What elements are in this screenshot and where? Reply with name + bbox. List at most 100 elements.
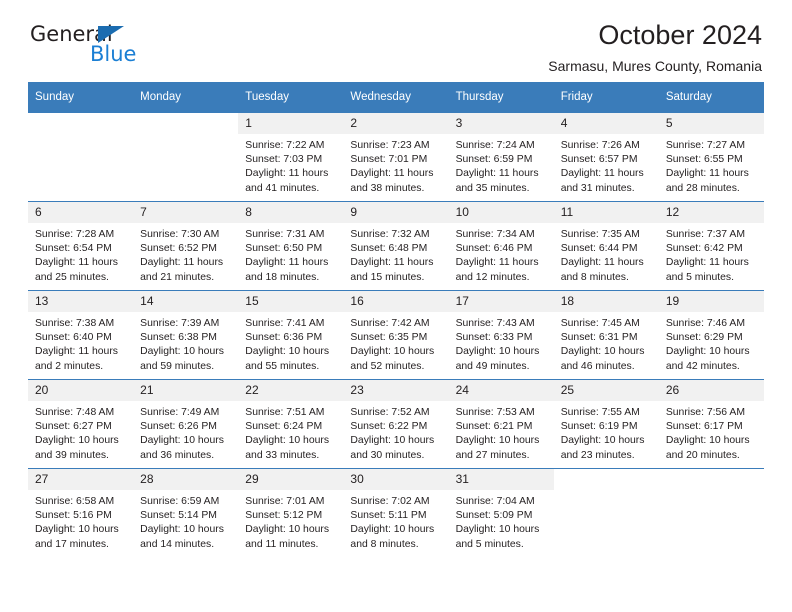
daylight-text-line2: and 35 minutes. xyxy=(455,182,530,194)
daylight-text-line2: and 52 minutes. xyxy=(350,360,425,372)
daylight-text-line1: Daylight: 10 hours xyxy=(560,435,645,447)
sunrise-text: Sunrise: 7:23 AM xyxy=(350,140,430,151)
calendar-cell-empty xyxy=(658,468,764,557)
day-number: 2 xyxy=(343,113,449,134)
sunset-text: Sunset: 6:33 PM xyxy=(455,332,533,344)
calendar-day-cell[interactable]: 10 Sunrise: 7:34 AM Sunset: 6:46 PM Dayligh… xyxy=(448,201,554,291)
sun-times-block: Sunrise: 7:04 AM Sunset: 5:09 PM Daylight:… xyxy=(449,490,554,552)
sunset-text: Sunset: 6:35 PM xyxy=(350,332,428,344)
calendar-day-cell[interactable]: 18 Sunrise: 7:45 AM Sunset: 6:31 PM Dayligh… xyxy=(553,290,659,380)
day-number: 11 xyxy=(553,202,659,223)
sunset-text: Sunset: 6:19 PM xyxy=(560,421,638,433)
calendar-day-cell[interactable]: 6 Sunrise: 7:28 AM Sunset: 6:54 PM Daylight… xyxy=(28,201,134,291)
calendar-day-cell[interactable]: 25 Sunrise: 7:55 AM Sunset: 6:19 PM Dayligh… xyxy=(553,379,659,469)
sun-times-block: Sunrise: 7:43 AM Sunset: 6:33 PM Daylight:… xyxy=(449,312,554,374)
calendar-day-cell[interactable]: 2 Sunrise: 7:23 AM Sunset: 7:01 PM Daylight… xyxy=(343,112,449,202)
calendar-day-cell[interactable]: 24 Sunrise: 7:53 AM Sunset: 6:21 PM Dayligh… xyxy=(448,379,554,469)
calendar-day-cell[interactable]: 17 Sunrise: 7:43 AM Sunset: 6:33 PM Dayligh… xyxy=(448,290,554,380)
day-number: 1 xyxy=(238,113,344,134)
daylight-text-line1: Daylight: 10 hours xyxy=(245,524,330,536)
calendar-day-cell[interactable]: 12 Sunrise: 7:37 AM Sunset: 6:42 PM Dayligh… xyxy=(658,201,764,291)
sunset-text: Sunset: 6:36 PM xyxy=(245,332,323,344)
calendar-day-cell[interactable]: 11 Sunrise: 7:35 AM Sunset: 6:44 PM Dayligh… xyxy=(553,201,659,291)
page-header: General Blue October 2024 Sarmasu, Mures… xyxy=(28,0,764,82)
calendar-cell-empty xyxy=(553,468,659,557)
sunset-text: Sunset: 5:09 PM xyxy=(455,510,533,522)
sunrise-text: Sunrise: 7:30 AM xyxy=(140,229,220,240)
sunrise-text: Sunrise: 7:52 AM xyxy=(350,407,430,418)
calendar-day-cell[interactable]: 26 Sunrise: 7:56 AM Sunset: 6:17 PM Dayligh… xyxy=(658,379,764,469)
sun-times-block: Sunrise: 7:42 AM Sunset: 6:35 PM Daylight:… xyxy=(343,312,448,374)
sun-times-block: Sunrise: 7:56 AM Sunset: 6:17 PM Daylight:… xyxy=(659,401,764,463)
day-number: 3 xyxy=(448,113,554,134)
day-number: 23 xyxy=(343,380,449,401)
daylight-text-line2: and 20 minutes. xyxy=(665,449,740,461)
sun-times-block: Sunrise: 6:59 AM Sunset: 5:14 PM Daylight:… xyxy=(133,490,238,552)
calendar-day-cell[interactable]: 15 Sunrise: 7:41 AM Sunset: 6:36 PM Dayligh… xyxy=(238,290,344,380)
daylight-text-line2: and 39 minutes. xyxy=(35,449,109,461)
sunrise-text: Sunrise: 7:48 AM xyxy=(35,407,115,418)
calendar-day-cell[interactable]: 4 Sunrise: 7:26 AM Sunset: 6:57 PM Daylight… xyxy=(553,112,659,202)
daylight-text-line1: Daylight: 10 hours xyxy=(350,524,435,536)
calendar-day-cell[interactable]: 31 Sunrise: 7:04 AM Sunset: 5:09 PM Dayligh… xyxy=(448,468,554,557)
daylight-text-line2: and 36 minutes. xyxy=(140,449,215,461)
day-number xyxy=(553,469,659,490)
sunset-text: Sunset: 5:11 PM xyxy=(350,510,427,522)
sun-times-block: Sunrise: 7:22 AM Sunset: 7:03 PM Daylight:… xyxy=(238,134,343,196)
sun-times-block: Sunrise: 7:23 AM Sunset: 7:01 PM Daylight:… xyxy=(343,134,448,196)
daylight-text-line2: and 2 minutes. xyxy=(35,360,104,372)
weekday-header-saturday: Saturday xyxy=(658,82,764,113)
calendar-day-cell[interactable]: 5 Sunrise: 7:27 AM Sunset: 6:55 PM Daylight… xyxy=(658,112,764,202)
calendar-day-cell[interactable]: 14 Sunrise: 7:39 AM Sunset: 6:38 PM Dayligh… xyxy=(133,290,239,380)
calendar-day-cell[interactable]: 29 Sunrise: 7:01 AM Sunset: 5:12 PM Dayligh… xyxy=(238,468,344,557)
sun-times-block: Sunrise: 7:45 AM Sunset: 6:31 PM Daylight:… xyxy=(554,312,659,374)
sunrise-text: Sunrise: 7:38 AM xyxy=(35,318,115,329)
calendar-day-cell[interactable]: 23 Sunrise: 7:52 AM Sunset: 6:22 PM Dayligh… xyxy=(343,379,449,469)
calendar-day-cell[interactable]: 9 Sunrise: 7:32 AM Sunset: 6:48 PM Daylight… xyxy=(343,201,449,291)
daylight-text-line1: Daylight: 10 hours xyxy=(455,346,540,358)
daylight-text-line1: Daylight: 10 hours xyxy=(350,346,435,358)
calendar-day-cell[interactable]: 20 Sunrise: 7:48 AM Sunset: 6:27 PM Dayligh… xyxy=(28,379,134,469)
day-number: 27 xyxy=(28,469,134,490)
calendar-day-cell[interactable]: 1 Sunrise: 7:22 AM Sunset: 7:03 PM Daylight… xyxy=(238,112,344,202)
sun-times-block: Sunrise: 7:34 AM Sunset: 6:46 PM Daylight:… xyxy=(449,223,554,285)
sunrise-text: Sunrise: 7:26 AM xyxy=(560,140,640,151)
sunset-text: Sunset: 6:38 PM xyxy=(140,332,217,344)
sunset-text: Sunset: 5:16 PM xyxy=(35,510,112,522)
calendar-day-cell[interactable]: 19 Sunrise: 7:46 AM Sunset: 6:29 PM Dayligh… xyxy=(658,290,764,380)
sunrise-text: Sunrise: 7:56 AM xyxy=(665,407,745,418)
calendar-cell-empty xyxy=(28,112,134,202)
calendar-day-cell[interactable]: 27 Sunrise: 6:58 AM Sunset: 5:16 PM Dayligh… xyxy=(28,468,134,557)
daylight-text-line1: Daylight: 11 hours xyxy=(140,257,224,269)
weekday-header-thursday: Thursday xyxy=(448,82,554,113)
calendar-day-cell[interactable]: 30 Sunrise: 7:02 AM Sunset: 5:11 PM Dayligh… xyxy=(343,468,449,557)
sun-times-block: Sunrise: 7:53 AM Sunset: 6:21 PM Daylight:… xyxy=(449,401,554,463)
daylight-text-line1: Daylight: 10 hours xyxy=(665,435,750,447)
calendar-day-cell[interactable]: 16 Sunrise: 7:42 AM Sunset: 6:35 PM Dayligh… xyxy=(343,290,449,380)
logo-text-blue: Blue xyxy=(90,42,137,66)
daylight-text-line1: Daylight: 10 hours xyxy=(140,346,224,358)
daylight-text-line1: Daylight: 10 hours xyxy=(140,435,224,447)
calendar-day-cell[interactable]: 22 Sunrise: 7:51 AM Sunset: 6:24 PM Dayligh… xyxy=(238,379,344,469)
sun-times-block: Sunrise: 7:32 AM Sunset: 6:48 PM Daylight:… xyxy=(343,223,448,285)
sunset-text: Sunset: 6:17 PM xyxy=(665,421,743,433)
calendar-day-cell[interactable]: 21 Sunrise: 7:49 AM Sunset: 6:26 PM Dayligh… xyxy=(133,379,239,469)
sun-times-block: Sunrise: 7:49 AM Sunset: 6:26 PM Daylight:… xyxy=(133,401,238,463)
daylight-text-line1: Daylight: 11 hours xyxy=(560,168,644,180)
sunset-text: Sunset: 6:57 PM xyxy=(560,154,638,166)
weekday-header-monday: Monday xyxy=(133,82,239,113)
day-number: 18 xyxy=(553,291,659,312)
weekday-header-friday: Friday xyxy=(553,82,659,113)
calendar-day-cell[interactable]: 13 Sunrise: 7:38 AM Sunset: 6:40 PM Dayligh… xyxy=(28,290,134,380)
calendar-day-cell[interactable]: 3 Sunrise: 7:24 AM Sunset: 6:59 PM Daylight… xyxy=(448,112,554,202)
calendar-day-cell[interactable]: 28 Sunrise: 6:59 AM Sunset: 5:14 PM Dayligh… xyxy=(133,468,239,557)
day-number xyxy=(28,113,134,134)
daylight-text-line2: and 46 minutes. xyxy=(560,360,635,372)
calendar-day-cell[interactable]: 7 Sunrise: 7:30 AM Sunset: 6:52 PM Daylight… xyxy=(133,201,239,291)
day-number: 21 xyxy=(133,380,239,401)
calendar-day-cell[interactable]: 8 Sunrise: 7:31 AM Sunset: 6:50 PM Daylight… xyxy=(238,201,344,291)
sunrise-text: Sunrise: 7:45 AM xyxy=(560,318,640,329)
daylight-text-line1: Daylight: 10 hours xyxy=(35,435,119,447)
sunset-text: Sunset: 7:03 PM xyxy=(245,154,323,166)
day-number: 24 xyxy=(448,380,554,401)
